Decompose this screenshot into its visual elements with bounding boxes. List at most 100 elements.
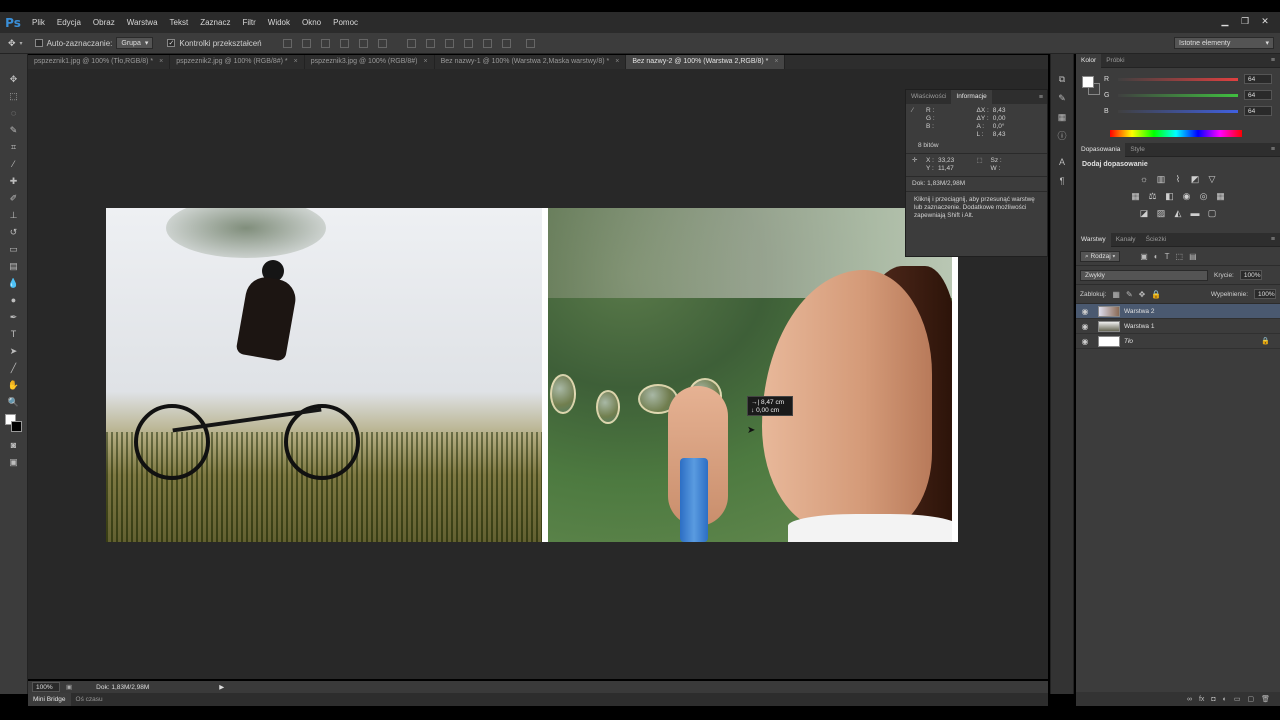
align-bottom-icon[interactable]	[320, 38, 330, 48]
auto-select-checkbox[interactable]	[34, 39, 43, 47]
lock-transparency-icon[interactable]: ▦	[1112, 290, 1120, 299]
pen-tool-icon[interactable]: ✒	[5, 310, 23, 325]
fx-icon[interactable]: fx	[1199, 696, 1204, 703]
path-selection-tool-icon[interactable]: ➤	[5, 344, 23, 359]
panel-menu-icon[interactable]: ≡	[1271, 146, 1275, 153]
eye-icon[interactable]: ◉	[1076, 307, 1094, 316]
panel-menu-icon[interactable]: ≡	[1271, 57, 1275, 64]
hand-tool-icon[interactable]: ✋	[5, 378, 23, 393]
layer-row[interactable]: ◉ Tło 🔒	[1076, 334, 1280, 349]
workspace-select[interactable]: Istotne elementy ▾	[1174, 37, 1274, 49]
gradient-tool-icon[interactable]: ▤	[5, 259, 23, 274]
menu-file[interactable]: Plik	[26, 12, 51, 33]
threshold-icon[interactable]: ◭	[1173, 208, 1184, 219]
filter-adjustment-icon[interactable]: ◐	[1154, 252, 1159, 261]
menu-edit[interactable]: Edycja	[51, 12, 87, 33]
close-icon[interactable]: ×	[159, 55, 163, 69]
history-panel-icon[interactable]: ⧉	[1054, 72, 1070, 86]
properties-panel-icon[interactable]: ▦	[1054, 110, 1070, 124]
group-select[interactable]: Grupa ▾	[116, 37, 154, 49]
opacity-field[interactable]: 100%	[1239, 270, 1262, 280]
filter-pixel-icon[interactable]: ▣	[1140, 252, 1148, 261]
eye-icon[interactable]: ◉	[1076, 337, 1094, 346]
dodge-tool-icon[interactable]: ●	[5, 293, 23, 308]
clone-stamp-tool-icon[interactable]: ⊥	[5, 208, 23, 223]
slider-track-g[interactable]	[1118, 93, 1238, 97]
quick-select-tool-icon[interactable]: ✎	[5, 123, 23, 138]
lock-brush-icon[interactable]: ✎	[1126, 290, 1133, 299]
doc-tab[interactable]: Bez nazwy-1 @ 100% (Warstwa 2,Maska wars…	[435, 55, 627, 69]
vibrance-icon[interactable]: ▽	[1207, 174, 1218, 185]
transform-controls-checkbox[interactable]: ✓	[167, 39, 176, 47]
menu-filter[interactable]: Filtr	[236, 12, 261, 33]
doc-tab[interactable]: pspzeznik1.jpg @ 100% (Tło,RGB/8) * ×	[28, 55, 171, 69]
brush-panel-icon[interactable]: ✎	[1054, 91, 1070, 105]
doc-tab[interactable]: pspzeznik3.jpg @ 100% (RGB/8#) ×	[305, 55, 435, 69]
link-icon[interactable]: ∞	[1187, 696, 1192, 703]
close-icon[interactable]: ×	[294, 55, 298, 69]
tab-swatches[interactable]: Próbki	[1101, 54, 1129, 68]
black-white-icon[interactable]: ◧	[1164, 191, 1175, 202]
trash-icon[interactable]: 🗑	[1261, 695, 1270, 703]
paragraph-panel-icon[interactable]: ¶	[1054, 174, 1070, 188]
posterize-icon[interactable]: ▨	[1156, 208, 1167, 219]
panel-menu-icon[interactable]: ≡	[1271, 236, 1275, 243]
lock-move-icon[interactable]: ✥	[1139, 290, 1146, 299]
doc-tab-active[interactable]: Bez nazwy-2 @ 100% (Warstwa 2,RGB/8) * ×	[626, 55, 786, 69]
blend-mode-select[interactable]: Zwykły	[1080, 269, 1208, 281]
status-info-icon[interactable]: ▣	[66, 683, 72, 691]
tab-layers[interactable]: Warstwy	[1076, 232, 1111, 247]
screen-mode-icon[interactable]: ▣	[5, 455, 23, 470]
align-left-icon[interactable]	[339, 38, 349, 48]
menu-select[interactable]: Zaznacz	[194, 12, 236, 33]
status-menu-icon[interactable]: ▶	[219, 683, 224, 691]
layer-row[interactable]: ◉ Warstwa 2	[1076, 304, 1280, 319]
quick-mask-icon[interactable]: ◙	[5, 438, 23, 453]
channel-mixer-icon[interactable]: ◎	[1198, 191, 1209, 202]
zoom-tool-icon[interactable]: 🔍	[5, 395, 23, 410]
hue-saturation-icon[interactable]: ▦	[1130, 191, 1141, 202]
align-center-icon[interactable]	[358, 38, 368, 48]
tab-color[interactable]: Kolor	[1076, 53, 1102, 68]
crop-tool-icon[interactable]: ⌗	[5, 140, 23, 155]
canvas-area[interactable]: →| 8,47 cm ↓ 0,00 cm ➤	[28, 69, 1048, 679]
auto-align-icon[interactable]	[525, 38, 535, 48]
eraser-tool-icon[interactable]: ▭	[5, 242, 23, 257]
info-panel-icon[interactable]: ⓘ	[1054, 129, 1070, 143]
levels-icon[interactable]: ▥	[1156, 174, 1167, 185]
filter-smart-icon[interactable]: ▤	[1189, 252, 1197, 261]
background-color-swatch[interactable]	[10, 421, 22, 432]
filter-shape-icon[interactable]: ⬚	[1176, 252, 1184, 261]
close-icon[interactable]: ×	[423, 55, 427, 69]
adjustment-layer-icon[interactable]: ◐	[1223, 696, 1227, 703]
align-top-icon[interactable]	[282, 38, 292, 48]
layer-kind-select[interactable]: ⌕ Rodzaj ▾	[1080, 250, 1121, 262]
invert-icon[interactable]: ◪	[1139, 208, 1150, 219]
slider-track-r[interactable]	[1118, 77, 1238, 81]
tab-channels[interactable]: Kanały	[1111, 233, 1141, 247]
tab-mini-bridge[interactable]: Mini Bridge	[28, 693, 71, 706]
brush-tool-icon[interactable]: ✐	[5, 191, 23, 206]
move-tool-preset[interactable]: ✥ ▾	[8, 38, 23, 49]
tab-properties[interactable]: Właściwości	[906, 90, 951, 104]
slider-value-r[interactable]: 64	[1244, 74, 1272, 84]
close-icon[interactable]: ×	[615, 55, 619, 69]
distribute-right-icon[interactable]	[501, 38, 511, 48]
menu-view[interactable]: Widok	[262, 12, 296, 33]
new-group-icon[interactable]: ▭	[1234, 695, 1241, 703]
distribute-center-icon[interactable]	[482, 38, 492, 48]
type-tool-icon[interactable]: T	[5, 327, 23, 342]
align-right-icon[interactable]	[377, 38, 387, 48]
color-lookup-icon[interactable]: ▦	[1215, 191, 1226, 202]
menu-window[interactable]: Okno	[296, 12, 327, 33]
align-middle-icon[interactable]	[301, 38, 311, 48]
menu-help[interactable]: Pomoc	[327, 12, 364, 33]
lasso-tool-icon[interactable]: ◌	[5, 106, 23, 121]
menu-layer[interactable]: Warstwa	[121, 12, 164, 33]
selective-color-icon[interactable]: ▢	[1207, 208, 1218, 219]
eye-icon[interactable]: ◉	[1076, 322, 1094, 331]
menu-image[interactable]: Obraz	[87, 12, 121, 33]
exposure-icon[interactable]: ◩	[1190, 174, 1201, 185]
color-spectrum[interactable]	[1110, 130, 1242, 137]
color-foreground-swatch[interactable]	[1082, 76, 1094, 88]
